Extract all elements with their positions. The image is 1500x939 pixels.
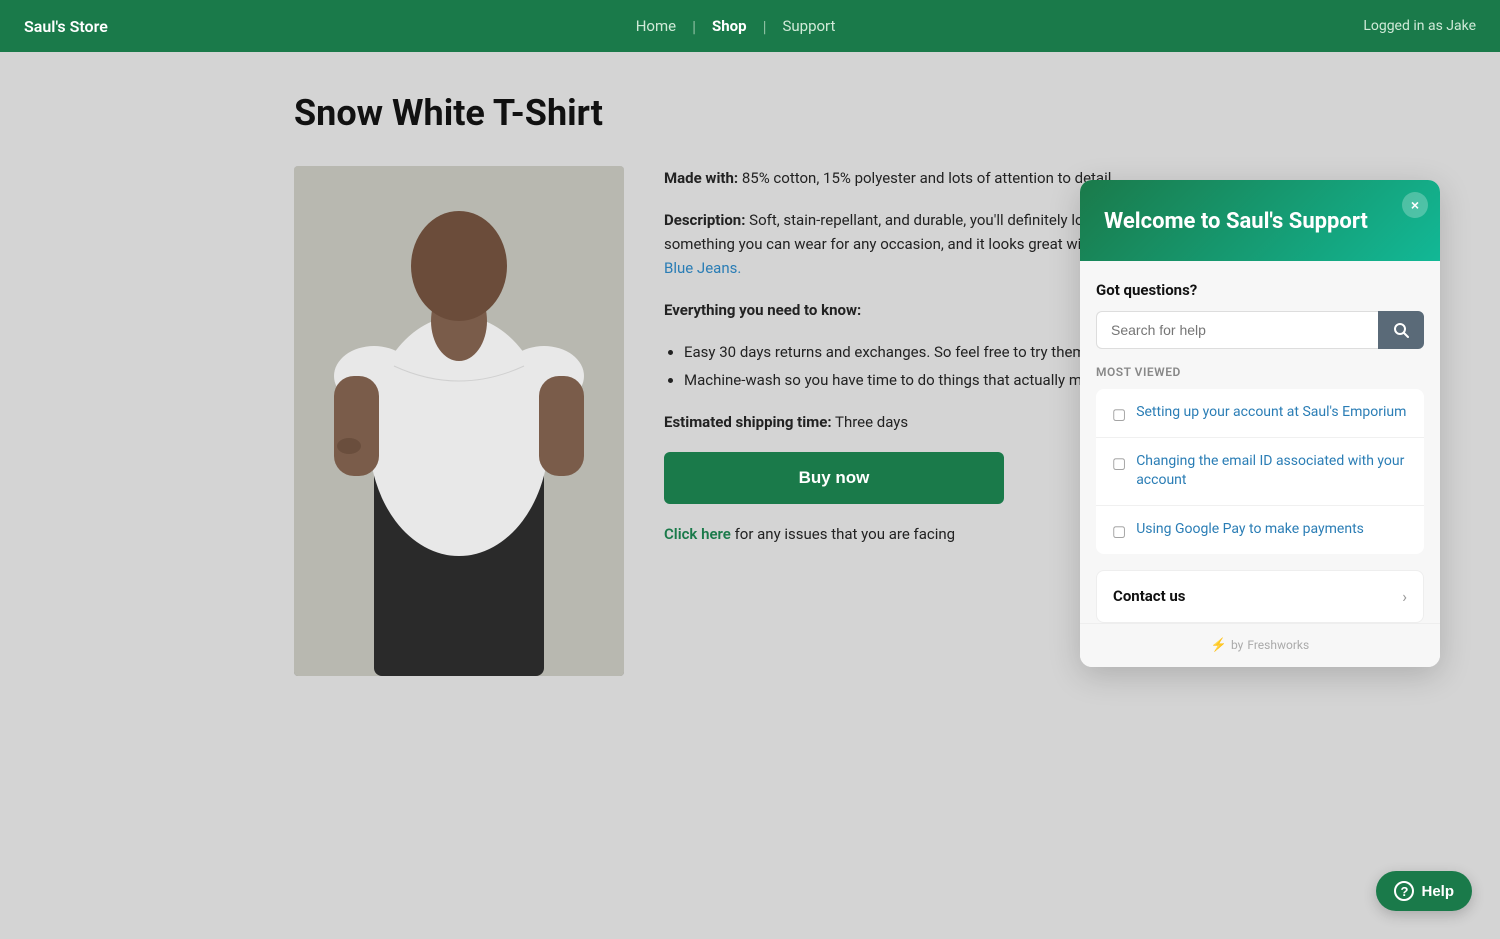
freshworks-branding: ⚡ by Freshworks (1211, 638, 1309, 653)
widget-footer: ⚡ by Freshworks (1080, 623, 1440, 667)
article-item-3[interactable]: ▢ Using Google Pay to make payments (1096, 506, 1424, 554)
help-icon: ? (1394, 881, 1414, 901)
widget-header: Welcome to Saul's Support × (1080, 180, 1440, 261)
nav-shop[interactable]: Shop (704, 13, 755, 39)
article-text-3: Using Google Pay to make payments (1136, 520, 1364, 540)
chevron-right-icon: › (1402, 587, 1407, 606)
article-text-1: Setting up your account at Saul's Empori… (1136, 403, 1406, 423)
issues-link[interactable]: Click here (664, 525, 731, 543)
article-icon-3: ▢ (1112, 522, 1126, 540)
got-questions-label: Got questions? (1096, 281, 1424, 299)
nav-logo[interactable]: Saul's Store (24, 17, 108, 36)
help-label: Help (1421, 883, 1454, 900)
article-icon-1: ▢ (1112, 405, 1126, 423)
support-widget: Welcome to Saul's Support × Got question… (1080, 180, 1440, 667)
search-input[interactable] (1096, 311, 1378, 349)
buy-button[interactable]: Buy now (664, 452, 1004, 504)
nav-sep-2: | (763, 17, 767, 36)
widget-body: Got questions? Most viewed ▢ Setting up … (1080, 261, 1440, 623)
article-item-2[interactable]: ▢ Changing the email ID associated with … (1096, 438, 1424, 506)
article-list: ▢ Setting up your account at Saul's Empo… (1096, 389, 1424, 554)
navbar: Saul's Store Home | Shop | Support Logge… (0, 0, 1500, 52)
nav-links: Home | Shop | Support (628, 13, 844, 39)
nav-user-status: Logged in as Jake (1363, 18, 1476, 34)
footer-by: by (1231, 638, 1243, 652)
widget-title: Welcome to Saul's Support (1104, 208, 1416, 237)
tshirt-photo (294, 166, 624, 676)
nav-support[interactable]: Support (774, 13, 843, 39)
search-button[interactable] (1378, 311, 1424, 349)
article-text-2: Changing the email ID associated with yo… (1136, 452, 1408, 491)
footer-brand: Freshworks (1247, 638, 1309, 652)
nav-home[interactable]: Home (628, 13, 684, 39)
tshirt-svg (294, 166, 624, 676)
widget-close-button[interactable]: × (1402, 192, 1428, 218)
contact-label: Contact us (1113, 587, 1186, 605)
nav-sep-1: | (692, 17, 696, 36)
product-layout: Made with: 85% cotton, 15% polyester and… (294, 166, 1206, 676)
help-button[interactable]: ? Help (1376, 871, 1472, 911)
article-icon-2: ▢ (1112, 454, 1126, 472)
most-viewed-label: Most viewed (1096, 365, 1424, 379)
search-bar (1096, 311, 1424, 349)
spark-icon: ⚡ (1211, 638, 1227, 653)
product-title: Snow White T-Shirt (294, 92, 1206, 134)
product-image (294, 166, 624, 676)
article-item-1[interactable]: ▢ Setting up your account at Saul's Empo… (1096, 389, 1424, 438)
search-icon (1393, 322, 1409, 338)
contact-section[interactable]: Contact us › (1096, 570, 1424, 623)
